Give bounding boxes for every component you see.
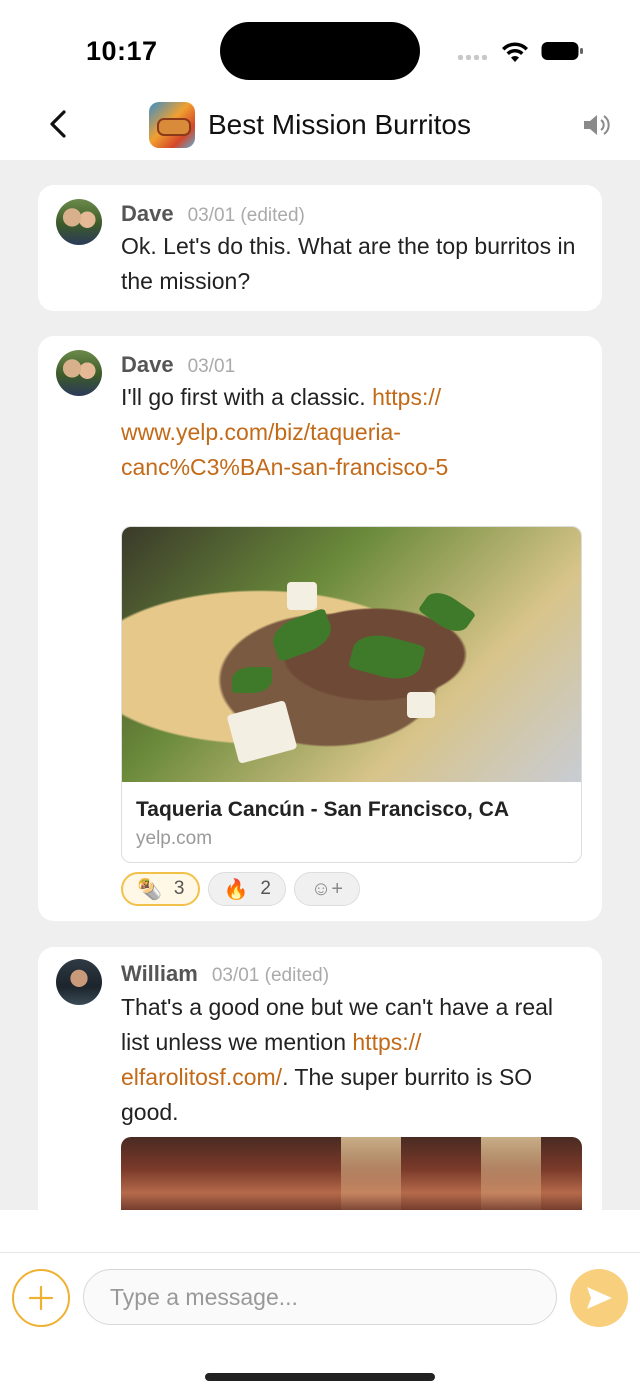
speaker-icon[interactable] [582, 111, 612, 139]
avatar[interactable] [56, 350, 102, 396]
link-preview-title[interactable]: Taqueria Cancún - San Francisco, CA [122, 782, 581, 828]
burrito-icon: 🌯 [137, 878, 162, 901]
message-author[interactable]: Dave [121, 201, 174, 227]
send-button[interactable] [570, 1269, 628, 1327]
message-text: I'll go first with a classic. https://ww… [121, 380, 591, 485]
reaction-fire[interactable]: 🔥 2 [208, 872, 286, 906]
message-author[interactable]: Dave [121, 352, 174, 378]
status-time: 10:17 [86, 36, 158, 66]
message-input[interactable] [83, 1269, 557, 1325]
reaction-burrito[interactable]: 🌯 3 [121, 872, 201, 906]
battery-icon [541, 42, 583, 60]
message-list[interactable]: Dave 03/01 (edited) Ok. Let's do this. W… [0, 160, 640, 1210]
message-text: Ok. Let's do this. What are the top burr… [121, 233, 576, 294]
link-preview-domain: yelp.com [136, 828, 213, 849]
back-button[interactable] [42, 107, 76, 141]
chat-avatar[interactable] [149, 102, 195, 148]
add-reaction-button[interactable]: ☺+ [293, 872, 360, 906]
message-meta: 03/01 (edited) [187, 205, 305, 226]
dynamic-island [220, 22, 420, 80]
composer [0, 1252, 640, 1392]
message-card[interactable]: William 03/01 (edited) That's a good one… [38, 947, 602, 1210]
message-card[interactable]: Dave 03/01 I'll go first with a classic.… [38, 336, 602, 921]
link-preview-image[interactable] [121, 1137, 582, 1210]
reaction-count: 2 [260, 878, 271, 899]
reaction-count: 3 [173, 878, 185, 899]
message-text-prefix: I'll go first with a classic. [121, 384, 373, 410]
send-icon [587, 1287, 612, 1309]
message-card[interactable]: Dave 03/01 (edited) Ok. Let's do this. W… [38, 185, 602, 311]
message-author[interactable]: William [121, 961, 198, 987]
link-preview-image [122, 527, 581, 782]
avatar[interactable] [56, 959, 102, 1005]
message-text: That's a good one but we can't have a re… [121, 994, 554, 1125]
cellular-signal-icon [458, 55, 487, 60]
status-bar: 10:17 [0, 0, 640, 95]
wifi-icon [502, 42, 528, 62]
add-attachment-button[interactable] [12, 1269, 70, 1327]
link-preview-card[interactable]: Taqueria Cancún - San Francisco, CA yelp… [121, 526, 582, 863]
message-meta: 03/01 (edited) [211, 965, 330, 986]
avatar[interactable] [56, 199, 102, 245]
reaction-bar: 🌯 3 🔥 2 ☺+ [121, 872, 360, 906]
chat-header: Best Mission Burritos [0, 95, 640, 160]
add-emoji-icon: ☺+ [310, 877, 344, 900]
chat-title[interactable]: Best Mission Burritos [208, 109, 471, 141]
message-meta: 03/01 [187, 356, 236, 377]
plus-icon [28, 1285, 54, 1311]
fire-icon: 🔥 [223, 878, 249, 901]
home-indicator[interactable] [205, 1373, 435, 1381]
